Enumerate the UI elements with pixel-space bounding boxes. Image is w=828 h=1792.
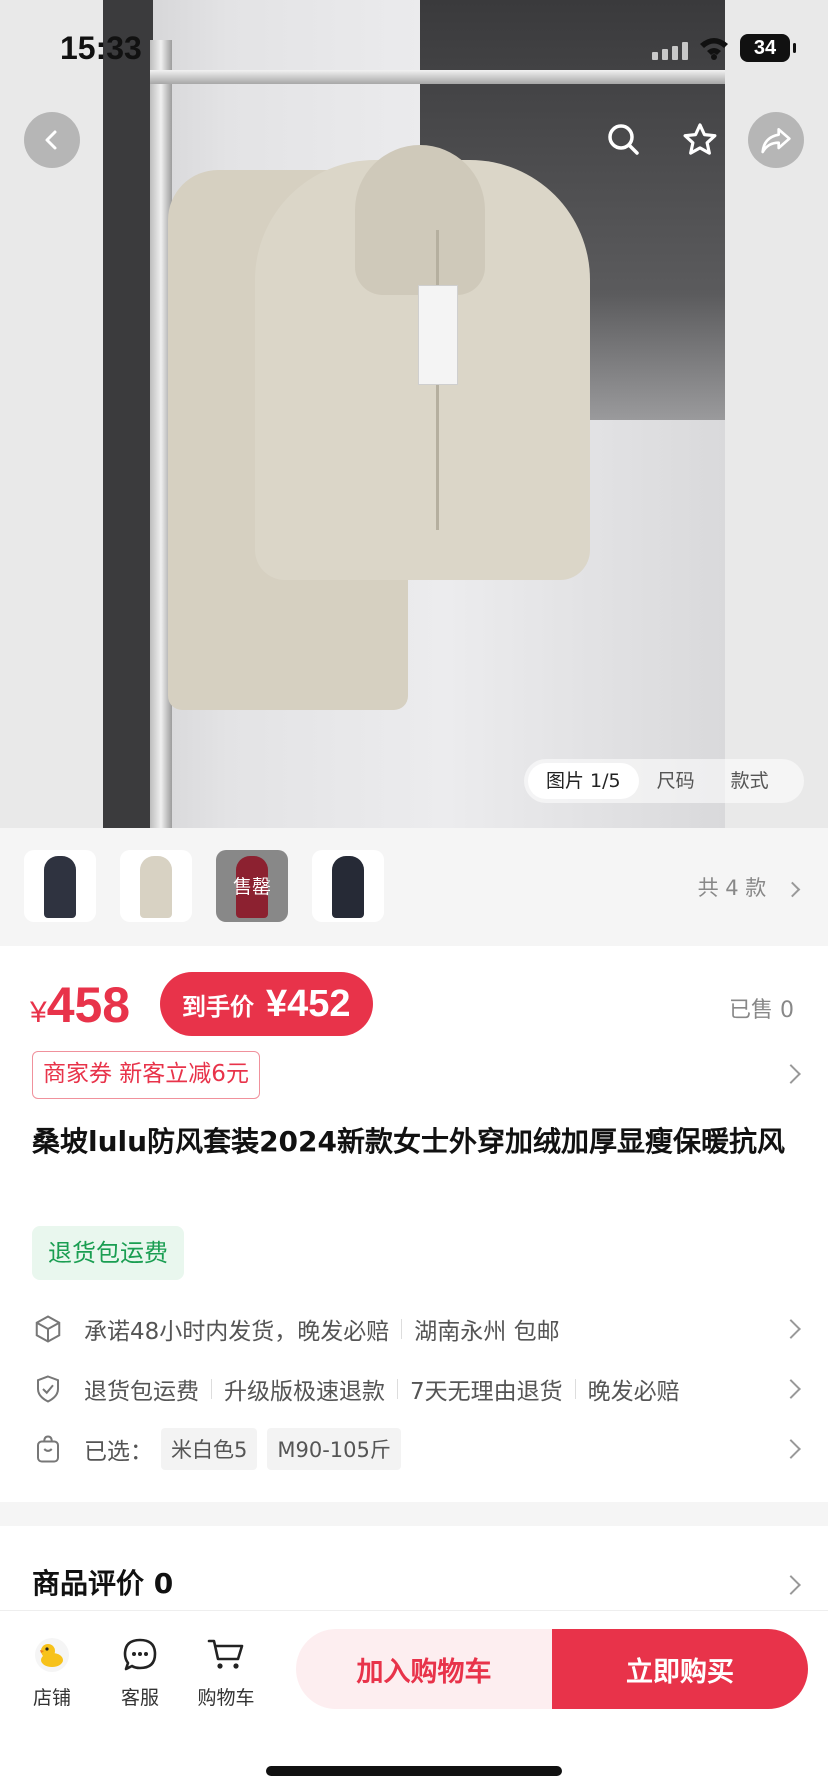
separator [574, 1379, 576, 1399]
home-indicator [266, 1766, 562, 1776]
final-price-badge: 到手价 ¥452 [160, 972, 373, 1036]
status-time: 15:33 [60, 30, 142, 66]
search-button[interactable] [596, 112, 652, 168]
service-2: 升级版极速退款 [224, 1379, 385, 1405]
bottom-action-bar: 店铺 客服 购物车 加入购物车 立即购买 [0, 1610, 828, 1792]
reviews-title[interactable]: 商品评价 0 [32, 1562, 173, 1602]
original-price-value: 458 [46, 977, 131, 1033]
variant-thumb-1[interactable] [24, 850, 96, 922]
service-1: 退货包运费 [84, 1379, 199, 1405]
thumb-figure [332, 856, 364, 918]
nav-cart-label: 购物车 [197, 1687, 255, 1709]
separator [211, 1379, 212, 1399]
more-variants-label: 共 4 款 [697, 876, 767, 900]
nav-store[interactable]: 店铺 [12, 1635, 92, 1710]
service-3: 7天无理由退货 [410, 1379, 563, 1405]
nav-service-label: 客服 [120, 1687, 159, 1709]
status-bar: 15:33 34 [0, 0, 828, 95]
share-icon [761, 128, 791, 154]
thumb-figure [140, 856, 172, 918]
separator [401, 1319, 403, 1339]
nav-store-label: 店铺 [32, 1687, 71, 1709]
chat-icon [120, 1635, 160, 1675]
variant-thumb-3[interactable]: 售罄 [216, 850, 288, 922]
bag-icon [32, 1433, 64, 1465]
add-to-cart-button[interactable]: 加入购物车 [296, 1629, 552, 1709]
final-price-label: 到手价 [182, 992, 254, 1021]
share-button[interactable] [748, 112, 804, 168]
selected-size: M90-105斤 [267, 1428, 401, 1470]
selection-row[interactable]: 已选： 米白色5 M90-105斤 [32, 1426, 792, 1472]
chevron-right-icon [781, 1575, 801, 1595]
favorite-button[interactable] [672, 112, 728, 168]
section-divider [0, 1502, 828, 1526]
search-icon [608, 124, 639, 155]
battery-indicator: 34 [740, 34, 796, 62]
photo-hood [355, 145, 485, 295]
variant-thumb-4[interactable] [312, 850, 384, 922]
more-variants-link[interactable]: 共 4 款 [697, 872, 801, 902]
guarantee-icon [32, 1373, 64, 1405]
cart-icon [206, 1635, 246, 1675]
coupon-badge[interactable]: 商家券 新客立减6元 [32, 1051, 260, 1099]
signal-icon [652, 42, 688, 60]
wifi-icon [700, 38, 728, 60]
price-row: ¥458 到手价 ¥452 已售 0 [0, 946, 828, 1056]
selection-label: 已选： [84, 1439, 153, 1465]
sold-count: 已售 0 [729, 998, 794, 1023]
nav-service[interactable]: 客服 [100, 1635, 180, 1710]
nav-cart[interactable]: 购物车 [186, 1635, 266, 1710]
tab-size[interactable]: 尺码 [639, 763, 713, 799]
sold-out-label: 售罄 [232, 876, 271, 898]
shipping-row[interactable]: 承诺48小时内发货，晚发必赔 湖南永州 包邮 [32, 1306, 792, 1352]
shipping-origin: 湖南永州 包邮 [414, 1319, 560, 1345]
buy-now-button[interactable]: 立即购买 [552, 1629, 808, 1709]
variant-thumbnails: 售罄 共 4 款 [0, 828, 828, 946]
return-shipping-badge: 退货包运费 [32, 1226, 184, 1280]
selected-color: 米白色5 [161, 1428, 258, 1470]
tab-style[interactable]: 款式 [713, 763, 787, 799]
tab-images[interactable]: 图片 1/5 [528, 763, 639, 799]
currency-symbol: ¥ [30, 996, 47, 1029]
product-title: 桑坡lulu防风套装2024新款女士外穿加绒加厚显瘦保暖抗风 [32, 1125, 785, 1158]
photo-tag [418, 285, 458, 385]
star-icon [683, 123, 717, 155]
media-tabs: 图片 1/5 尺码 款式 [524, 759, 804, 803]
separator [397, 1379, 398, 1399]
variant-thumb-2[interactable] [120, 850, 192, 922]
final-price-value: ¥452 [266, 982, 351, 1025]
chevron-right-icon [784, 881, 801, 898]
original-price: ¥458 [30, 976, 130, 1034]
thumb-figure [44, 856, 76, 918]
shipping-promise: 承诺48小时内发货，晚发必赔 [84, 1319, 390, 1345]
services-row[interactable]: 退货包运费 升级版极速退款 7天无理由退货 晚发必赔 [32, 1366, 792, 1412]
store-icon [32, 1635, 72, 1675]
service-4: 晚发必赔 [587, 1379, 680, 1405]
photo-shadow [103, 0, 153, 828]
chevron-right-icon[interactable] [781, 1064, 801, 1084]
back-icon [45, 130, 57, 150]
back-button[interactable] [24, 112, 80, 168]
shipping-icon [32, 1313, 64, 1345]
